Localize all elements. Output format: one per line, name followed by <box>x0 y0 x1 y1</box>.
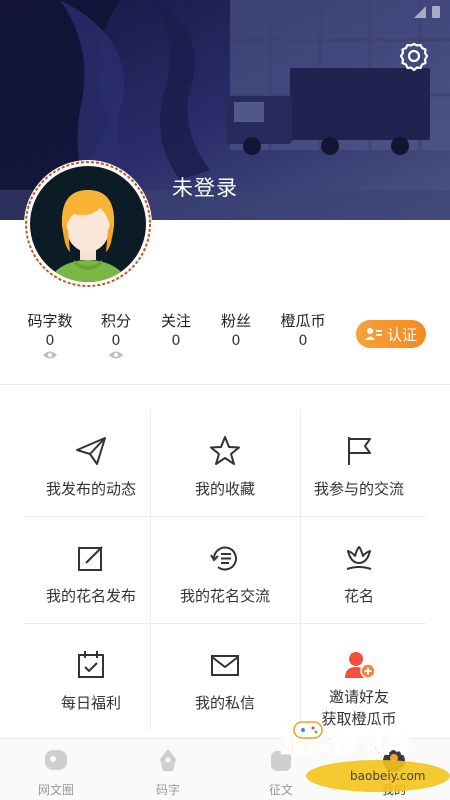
stat-following[interactable]: 关注 0 <box>160 310 192 349</box>
tab-label: 码字 <box>155 783 180 797</box>
stat-label: 橙瓜币 <box>280 312 326 330</box>
stat-label: 码字数 <box>27 312 73 330</box>
menu-daily-welfare[interactable]: 每日福利 <box>24 624 158 731</box>
menu-label: 我的花名交流 <box>179 587 270 605</box>
exchange-icon <box>210 546 237 571</box>
certify-label: 认证 <box>386 325 417 344</box>
stat-value: 0 <box>298 333 308 349</box>
gamepad-icon <box>293 721 323 739</box>
id-card-icon <box>364 328 382 340</box>
menu-my-discussions[interactable]: 我参与的交流 <box>292 410 426 517</box>
stat-label: 积分 <box>100 312 131 330</box>
stat-value: 0 <box>171 333 181 349</box>
stat-value: 0 <box>111 333 121 349</box>
signal-icon <box>414 6 426 18</box>
flag-icon <box>348 437 371 465</box>
status-bar-icons <box>414 6 440 18</box>
menu-pen-name[interactable]: 花名 <box>292 517 426 624</box>
menu-label: 我的收藏 <box>194 480 255 498</box>
menu-label: 我发布的动态 <box>45 480 136 498</box>
chat-icon <box>45 750 67 770</box>
stat-points[interactable]: 积分 0 <box>100 310 132 360</box>
tab-writing[interactable]: 码字 <box>112 739 224 800</box>
mail-icon <box>211 655 239 676</box>
certify-button[interactable]: 认证 <box>356 320 426 348</box>
menu-label: 花名 <box>343 587 374 605</box>
stat-fans[interactable]: 粉丝 0 <box>220 310 252 349</box>
avatar[interactable] <box>24 160 152 288</box>
menu-label: 每日福利 <box>60 694 121 712</box>
avatar-image <box>25 161 151 287</box>
menu-label: 我参与的交流 <box>313 480 404 498</box>
stat-value: 0 <box>45 333 55 349</box>
edit-icon <box>78 546 103 571</box>
tab-label: 网文圈 <box>37 783 74 797</box>
section-divider <box>0 384 450 385</box>
menu-invite-friends[interactable]: 邀请好友 获取橙瓜币 <box>292 624 426 731</box>
stat-coins[interactable]: 橙瓜币 0 <box>279 310 327 349</box>
eye-icon[interactable] <box>42 350 58 360</box>
menu-label: 邀请好友 <box>328 688 389 706</box>
tab-web-literature-circle[interactable]: 网文圈 <box>0 739 112 800</box>
menu-label: 我的私信 <box>194 694 255 712</box>
menu-my-posts[interactable]: 我发布的动态 <box>24 410 158 517</box>
menu-my-favorites[interactable]: 我的收藏 <box>158 410 292 517</box>
battery-icon <box>432 6 440 18</box>
watermark-url: baobeiy.com <box>350 769 425 783</box>
send-icon <box>76 437 106 465</box>
watermark-logo: 宝贝游戏网 baobeiy.com <box>280 721 450 792</box>
flower-icon <box>346 546 372 570</box>
settings-gear-icon[interactable] <box>398 40 430 72</box>
eye-icon[interactable] <box>108 350 124 360</box>
stat-label: 粉丝 <box>220 312 251 330</box>
stat-value: 0 <box>231 333 241 349</box>
menu-label: 我的花名发布 <box>45 587 136 605</box>
pen-icon <box>160 749 176 771</box>
stat-word-count[interactable]: 码字数 0 <box>26 310 74 360</box>
calendar-icon <box>78 651 104 678</box>
menu-my-pen-name-exchange[interactable]: 我的花名交流 <box>158 517 292 624</box>
star-icon <box>210 436 240 465</box>
stat-label: 关注 <box>160 312 191 330</box>
login-status-text[interactable]: 未登录 <box>172 172 238 202</box>
menu-my-messages[interactable]: 我的私信 <box>158 624 292 731</box>
menu-my-pen-name-posts[interactable]: 我的花名发布 <box>24 517 158 624</box>
invite-user-icon <box>345 652 376 679</box>
